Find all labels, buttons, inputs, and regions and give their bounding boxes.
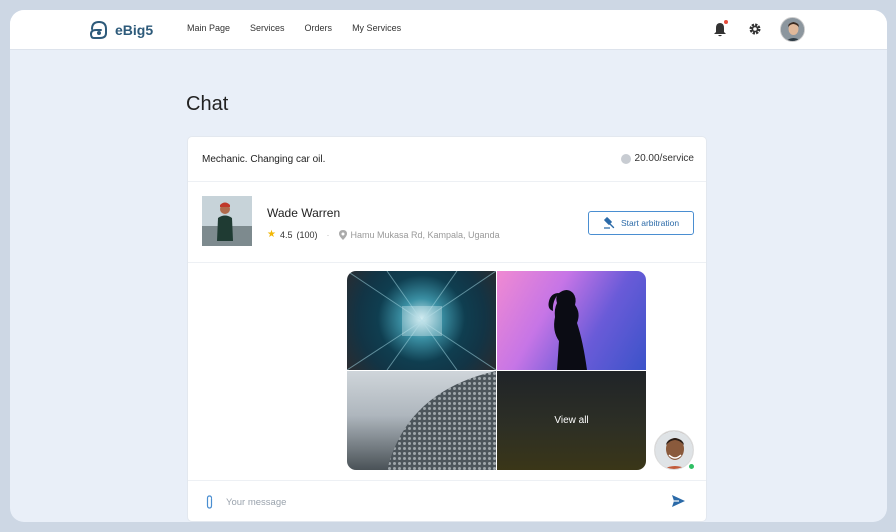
view-all-label: View all: [554, 415, 589, 426]
location-pin-icon: [338, 229, 347, 240]
message-input[interactable]: [226, 493, 646, 511]
provider-address: Hamu Mukasa Rd, Kampala, Uganda: [350, 229, 500, 240]
gallery-image-3[interactable]: [347, 371, 496, 470]
logo-text: eBig5: [115, 22, 154, 38]
logo[interactable]: eBig5: [88, 19, 153, 41]
top-navbar: eBig5 Main Page Services Orders My Servi…: [10, 10, 887, 50]
message-composer: [188, 480, 706, 521]
notification-dot: [724, 20, 728, 24]
main-nav: Main Page Services Orders My Services: [187, 23, 401, 33]
gallery-image-1[interactable]: [347, 271, 497, 371]
gallery-image-2[interactable]: [497, 271, 646, 370]
service-price: 20.00/service: [620, 153, 694, 164]
nav-my-services[interactable]: My Services: [352, 23, 401, 33]
dome-building-image: [387, 371, 496, 470]
nav-main-page[interactable]: Main Page: [187, 23, 230, 33]
service-header: Mechanic. Changing car oil. 20.00/servic…: [188, 137, 706, 182]
view-all-tile[interactable]: View all: [497, 371, 646, 470]
provider-photo-image: [202, 196, 252, 246]
review-count: (100): [296, 229, 318, 240]
send-icon[interactable]: [671, 494, 686, 508]
star-icon: ★: [267, 229, 276, 240]
nav-services[interactable]: Services: [250, 23, 285, 33]
image-gallery-message: View all: [347, 271, 646, 470]
service-title: Mechanic. Changing car oil.: [202, 154, 326, 165]
user-avatar[interactable]: [780, 17, 805, 42]
separator: ·: [326, 229, 330, 240]
app-window: eBig5 Main Page Services Orders My Servi…: [10, 10, 887, 522]
gear-icon[interactable]: [748, 22, 762, 36]
gavel-icon: [603, 217, 615, 229]
start-arbitration-button[interactable]: Start arbitration: [588, 211, 694, 235]
paperclip-icon[interactable]: [205, 495, 214, 509]
page-title: Chat: [186, 93, 229, 115]
logo-icon: [89, 20, 107, 39]
chat-card: Mechanic. Changing car oil. 20.00/servic…: [187, 136, 707, 522]
provider-profile: Wade Warren ★ 4.5 (100) · Hamu Mukasa Rd…: [188, 183, 706, 263]
provider-photo[interactable]: [202, 196, 252, 246]
arbitration-label: Start arbitration: [620, 218, 680, 228]
silhouette-image: [548, 290, 587, 370]
bell-icon[interactable]: [713, 22, 727, 37]
online-status-dot: [688, 463, 695, 470]
nav-orders[interactable]: Orders: [305, 23, 333, 33]
tunnel-image: [347, 271, 497, 371]
coin-icon: [620, 153, 631, 164]
provider-meta: ★ 4.5 (100) · Hamu Mukasa Rd, Kampala, U…: [267, 229, 500, 240]
rating-value: 4.5: [279, 229, 293, 240]
provider-name: Wade Warren: [267, 206, 341, 220]
price-value: 20.00/service: [634, 153, 694, 164]
user-avatar-icon: [781, 18, 804, 41]
